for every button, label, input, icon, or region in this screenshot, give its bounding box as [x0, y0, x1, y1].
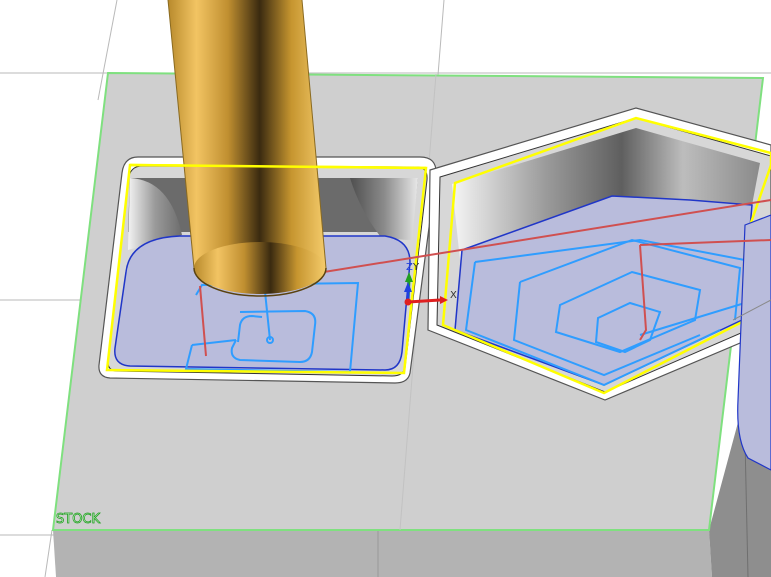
axis-z-label: Z [406, 262, 413, 273]
stock-label: STOCK [56, 512, 101, 527]
scene-canvas: Z Y X STOCK [0, 0, 771, 577]
axis-y-label: Y [412, 262, 420, 273]
axis-x-label: X [450, 290, 457, 301]
3d-viewport[interactable]: Z Y X STOCK [0, 0, 771, 577]
